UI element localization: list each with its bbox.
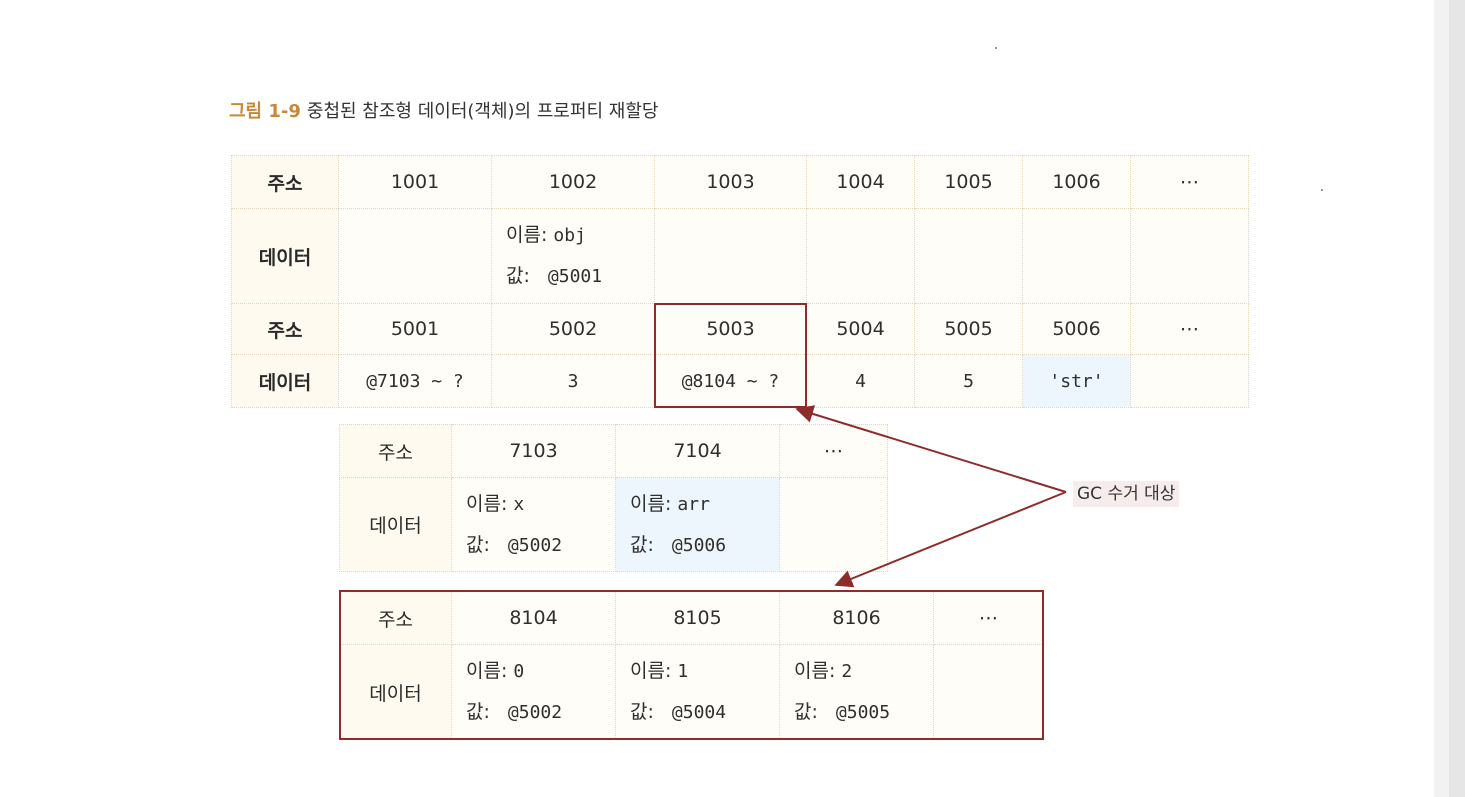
gc-target-label: GC 수거 대상 — [1073, 481, 1180, 507]
gc-arrow-to-5003 — [795, 405, 1067, 493]
gc-arrows — [795, 405, 1067, 588]
gc-arrow-to-array — [834, 491, 1067, 588]
